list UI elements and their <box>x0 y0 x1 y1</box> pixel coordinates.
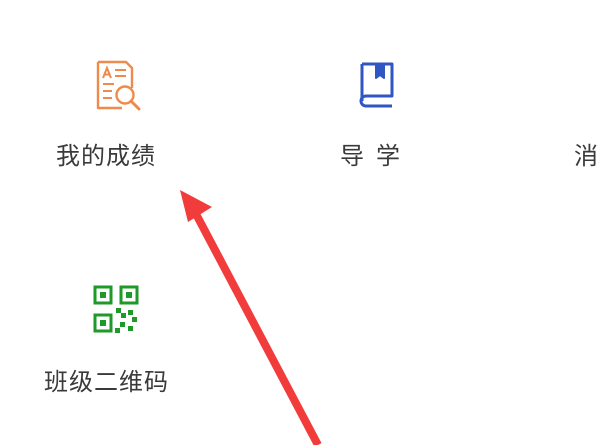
menu-item-label: 导学 <box>340 142 412 170</box>
qr-code-icon <box>92 284 140 336</box>
menu-item-label: 班级二维码 <box>44 368 169 396</box>
menu-item-guided-study[interactable]: 导学 <box>300 50 450 180</box>
app-menu-screen: 我的成绩 导学 消 班级二维码 <box>0 0 600 445</box>
menu-item-my-grades[interactable]: 我的成绩 <box>40 50 210 180</box>
menu-item-label: 我的成绩 <box>56 142 156 170</box>
grades-search-icon <box>92 58 144 112</box>
menu-item-message[interactable]: 消 <box>560 50 600 180</box>
book-icon <box>354 60 398 108</box>
menu-item-label: 消 <box>574 142 599 170</box>
menu-item-class-qr-code[interactable]: 班级二维码 <box>30 272 220 402</box>
